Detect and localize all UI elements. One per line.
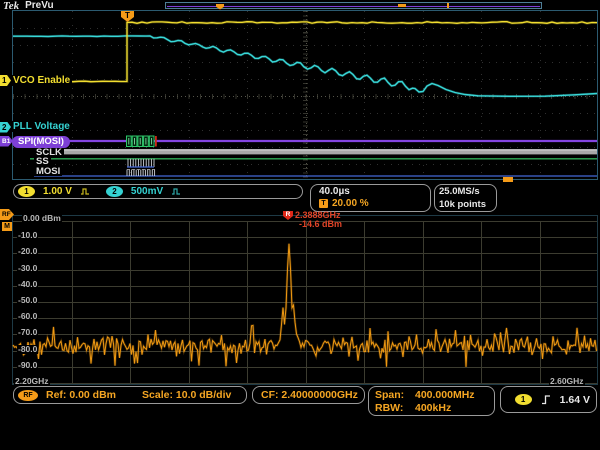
horizontal-readout-box[interactable]: 40.0µs T 20.00 %	[310, 184, 431, 212]
center-frequency: CF: 2.40000000GHz	[261, 389, 358, 401]
sclk-trace-top	[34, 149, 597, 150]
digital-label-mosi: MOSI	[34, 167, 62, 176]
trigger-readout-box[interactable]: 1 1.64 V	[500, 386, 597, 413]
sample-rate: 25.0MS/s	[439, 186, 496, 197]
bus-decode-end	[155, 136, 157, 147]
rf-ref-level: Ref: 0.00 dBm	[46, 389, 116, 401]
spectrum-trace-layer	[12, 218, 598, 384]
record-length: 10k points	[439, 199, 496, 210]
timebase-scale: 40.0µs	[319, 186, 430, 197]
timeline-window-marker	[398, 4, 406, 7]
center-frequency-box[interactable]: CF: 2.40000000GHz	[252, 386, 365, 404]
acquisition-readout-box[interactable]: 25.0MS/s 10k points	[434, 184, 497, 212]
acquisition-timeline-bar[interactable]	[165, 2, 542, 9]
db-tick-label: -40.0	[17, 280, 38, 289]
spectrum-stop-frequency: 2.60GHz	[549, 377, 585, 386]
ch2-label: PLL Voltage	[11, 121, 72, 132]
ch2-position-marker[interactable]: 2	[0, 122, 11, 133]
span-value: 400.000MHz	[415, 389, 475, 401]
oscilloscope-screen: Tek PreVu T 1 VCO Enable 2 PLL Voltage B…	[0, 0, 600, 450]
ch2-badge[interactable]: 2	[106, 186, 123, 197]
rf-badge[interactable]: RF	[18, 390, 38, 401]
span-rbw-box[interactable]: Span: 400.000MHz RBW: 400kHz	[368, 386, 495, 416]
span-label: Span:	[375, 389, 415, 401]
spectrum-start-frequency: 2.20GHz	[14, 377, 50, 386]
db-tick-label: -80.0	[17, 345, 38, 354]
vertical-scale-readout-box[interactable]: 1 1.00 V 2 500mV	[13, 184, 303, 199]
ch1-position-marker[interactable]: 1	[0, 75, 11, 86]
db-tick-label: -20.0	[17, 247, 38, 256]
db-tick-label: -30.0	[17, 264, 38, 273]
db-tick-label: -60.0	[17, 312, 38, 321]
waveform-traces-layer	[12, 10, 598, 180]
db-tick-label: -50.0	[17, 296, 38, 305]
ch2-scale: 500mV	[131, 186, 163, 197]
bus-label-pill[interactable]: SPI(MOSI)	[12, 136, 70, 148]
rf-settings-box[interactable]: RF Ref: 0.00 dBm Scale: 10.0 dB/div	[13, 386, 247, 404]
db-tick-label: -70.0	[17, 328, 38, 337]
trigger-t-icon: T	[319, 199, 328, 208]
ch1-label: VCO Enable	[11, 75, 72, 86]
ch2-coupling-icon	[171, 187, 183, 196]
db-tick-label: -90.0	[17, 361, 38, 370]
ch1-coupling-icon	[80, 187, 92, 196]
rising-edge-icon	[541, 394, 551, 405]
rf-scale: Scale: 10.0 dB/div	[142, 389, 231, 401]
ch1-trace	[13, 22, 597, 82]
sclk-trace	[34, 150, 597, 154]
timeline-spectrum-time-marker	[447, 3, 449, 8]
rbw-value: 400kHz	[415, 402, 451, 414]
rf-time-marker	[503, 177, 513, 182]
ch1-scale: 1.00 V	[43, 186, 72, 197]
ch2-trace-glow	[13, 36, 597, 96]
ch1-badge[interactable]: 1	[18, 186, 35, 197]
timeline-trigger-icon	[216, 4, 224, 10]
trigger-level: 1.64 V	[560, 394, 590, 406]
trigger-position-readout: 20.00 %	[332, 198, 369, 209]
rbw-label: RBW:	[375, 402, 415, 414]
trigger-source-badge[interactable]: 1	[515, 394, 532, 405]
marker-amplitude: -14.6 dBm	[299, 220, 342, 229]
ch1-trace-glow	[13, 22, 597, 82]
digital-label-ss: SS	[34, 157, 51, 166]
db-tick-label: -10.0	[17, 231, 38, 240]
rf-m-badge[interactable]: M	[2, 222, 12, 231]
spectrum-ref-level-label: 0.00 dBm	[22, 214, 62, 223]
